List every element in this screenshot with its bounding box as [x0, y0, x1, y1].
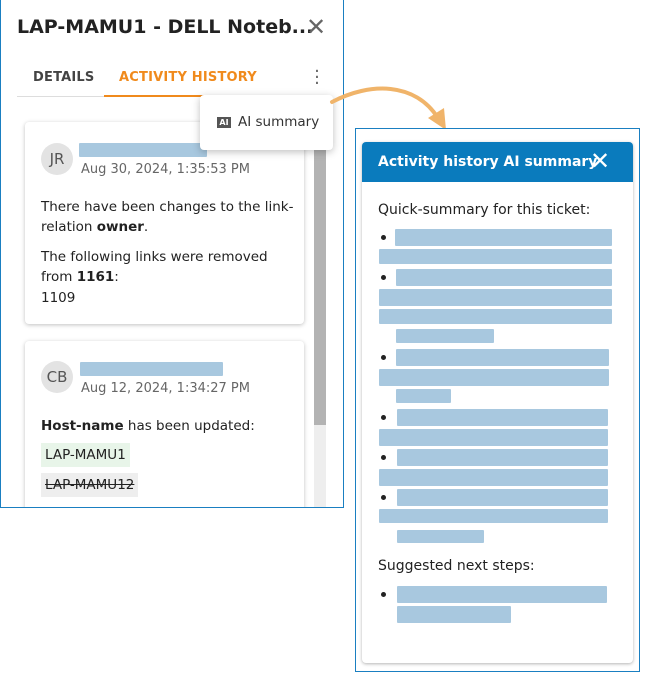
- bullet-icon: [381, 355, 386, 360]
- new-value: LAP-MAMU1: [41, 443, 130, 467]
- tab-details[interactable]: DETAILS: [33, 70, 94, 85]
- entry-date: Aug 30, 2024, 1:35:53 PM: [81, 162, 250, 177]
- options-menu: AI AI summary: [200, 95, 333, 150]
- redacted-text: [379, 469, 608, 486]
- avatar: CB: [41, 361, 73, 393]
- entry-link-id: 1109: [41, 290, 76, 306]
- redacted-text: [396, 329, 494, 343]
- entry-date: Aug 12, 2024, 1:34:27 PM: [81, 381, 250, 396]
- redacted-text: [395, 229, 612, 246]
- activity-entry: CB Aug 12, 2024, 1:34:27 PM Host-name ha…: [25, 341, 304, 507]
- redacted-text: [397, 606, 511, 623]
- next-steps-label: Suggested next steps:: [378, 558, 535, 574]
- close-icon[interactable]: ✕: [590, 147, 610, 175]
- redacted-text: [397, 489, 608, 506]
- tab-activity-history[interactable]: ACTIVITY HISTORY: [119, 70, 257, 85]
- quick-summary-label: Quick-summary for this ticket:: [378, 202, 591, 218]
- bullet-icon: [381, 455, 386, 460]
- panel-title: LAP-MAMU1 - DELL Noteb...: [17, 16, 314, 38]
- ai-icon: AI: [217, 117, 231, 128]
- bullet-icon: [381, 415, 386, 420]
- redacted-text: [397, 586, 607, 603]
- bullet-icon: [381, 275, 386, 280]
- entry-text: The following links were removed from 11…: [41, 249, 268, 285]
- bullet-icon: [381, 495, 386, 500]
- redacted-name: [79, 143, 207, 157]
- redacted-name: [80, 362, 223, 376]
- redacted-text: [379, 309, 612, 324]
- redacted-text: [397, 530, 484, 543]
- redacted-text: [379, 509, 608, 523]
- menu-item-ai-summary[interactable]: AI AI summary: [200, 95, 333, 150]
- activity-entry: JR Aug 30, 2024, 1:35:53 PM There have b…: [25, 122, 304, 324]
- scrollbar-thumb[interactable]: [314, 130, 326, 425]
- bullet-icon: [381, 235, 386, 240]
- dialog-title: Activity history AI summary: [378, 154, 598, 170]
- redacted-text: [397, 449, 608, 466]
- redacted-text: [379, 249, 612, 264]
- close-icon[interactable]: ✕: [306, 13, 326, 41]
- entry-text: Host-name has been updated:: [41, 418, 255, 434]
- bullet-icon: [381, 592, 386, 597]
- entry-text: There have been changes to the link-rela…: [41, 199, 294, 235]
- old-value: LAP-MAMU12: [41, 473, 139, 497]
- redacted-text: [396, 349, 609, 366]
- redacted-text: [396, 389, 451, 403]
- redacted-text: [379, 289, 612, 306]
- menu-item-label: AI summary: [238, 114, 320, 130]
- redacted-text: [396, 269, 612, 286]
- redacted-text: [379, 429, 608, 446]
- dialog-header: Activity history AI summary ✕: [362, 142, 633, 182]
- redacted-text: [397, 409, 608, 426]
- ticket-panel: LAP-MAMU1 - DELL Noteb... ✕ DETAILS ACTI…: [0, 0, 344, 508]
- avatar: JR: [41, 143, 73, 175]
- redacted-text: [379, 369, 609, 386]
